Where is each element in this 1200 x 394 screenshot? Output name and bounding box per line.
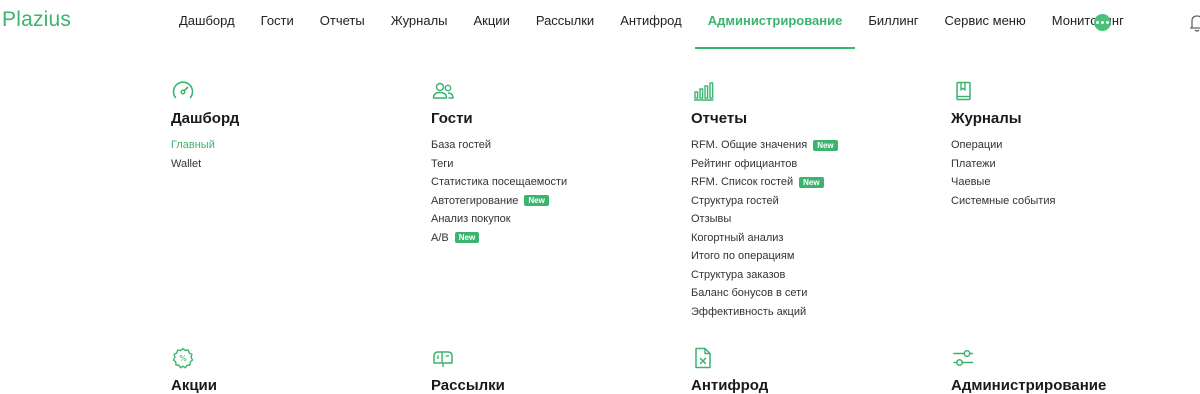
- section-title[interactable]: Дашборд: [171, 109, 411, 129]
- link-bonus-balance[interactable]: Баланс бонусов в сети: [691, 284, 931, 303]
- link-payments[interactable]: Платежи: [951, 155, 1191, 174]
- link-tags[interactable]: Теги: [431, 155, 671, 174]
- link-guest-structure[interactable]: Структура гостей: [691, 192, 931, 211]
- logo[interactable]: Plazius: [2, 8, 71, 32]
- link-autotagging[interactable]: Автотегирование New: [431, 192, 671, 211]
- nav-item-billing[interactable]: Биллинг: [855, 0, 931, 48]
- link-reviews[interactable]: Отзывы: [691, 210, 931, 229]
- section-reports: Отчеты RFM. Общие значения New Рейтинг оф…: [691, 79, 931, 321]
- main-nav: Дашборд Гости Отчеты Журналы Акции Рассы…: [166, 0, 1137, 49]
- section-promotions: % Акции: [171, 346, 411, 394]
- section-title[interactable]: Отчеты: [691, 109, 931, 129]
- link-cohort-analysis[interactable]: Когортный анализ: [691, 229, 931, 248]
- journal-icon: [956, 81, 971, 101]
- nav-item-guests[interactable]: Гости: [248, 0, 307, 48]
- section-title[interactable]: Гости: [431, 109, 671, 129]
- top-bar: Plazius Дашборд Гости Отчеты Журналы Акц…: [0, 0, 1200, 49]
- section-dashboard: Дашборд Главный Wallet: [171, 79, 411, 173]
- bell-icon[interactable]: [1190, 13, 1200, 33]
- link-guest-base[interactable]: База гостей: [431, 136, 671, 155]
- svg-text:%: %: [179, 354, 187, 363]
- section-title[interactable]: Администрирование: [951, 376, 1191, 394]
- nav-item-dashboard[interactable]: Дашборд: [166, 0, 248, 48]
- section-title[interactable]: Антифрод: [691, 376, 931, 394]
- link-rfm-guest-list[interactable]: RFM. Список гостей New: [691, 173, 931, 192]
- section-antifraud: Антифрод: [691, 346, 931, 394]
- users-icon: [432, 82, 454, 99]
- nav-item-service-menu[interactable]: Сервис меню: [932, 0, 1039, 48]
- nav-item-antifraud[interactable]: Антифрод: [607, 0, 695, 48]
- new-badge: New: [454, 232, 480, 244]
- link-operations-total[interactable]: Итого по операциям: [691, 247, 931, 266]
- section-administration: Администрирование: [951, 346, 1191, 394]
- link-waiter-rating[interactable]: Рейтинг официантов: [691, 155, 931, 174]
- section-journals: Журналы Операции Платежи Чаевые Системны…: [951, 79, 1191, 210]
- ellipsis-icon[interactable]: [1094, 14, 1111, 31]
- link-system-events[interactable]: Системные события: [951, 192, 1191, 211]
- link-dashboard-wallet[interactable]: Wallet: [171, 155, 411, 174]
- mailbox-icon: [433, 351, 453, 367]
- percent-badge-icon: %: [172, 347, 194, 369]
- link-rfm-general[interactable]: RFM. Общие значения New: [691, 136, 931, 155]
- nav-item-reports[interactable]: Отчеты: [307, 0, 378, 48]
- nav-item-monitoring[interactable]: Мониторинг: [1039, 0, 1137, 48]
- document-x-icon: [695, 347, 711, 369]
- nav-item-administration[interactable]: Администрирование: [694, 0, 856, 49]
- nav-item-promotions[interactable]: Акции: [461, 0, 523, 48]
- speedometer-icon: [172, 81, 194, 99]
- new-badge: New: [799, 176, 824, 188]
- link-dashboard-main[interactable]: Главный: [171, 136, 411, 155]
- nav-item-mailings[interactable]: Рассылки: [523, 0, 607, 48]
- link-operations[interactable]: Операции: [951, 136, 1191, 155]
- section-mailings: Рассылки: [431, 346, 671, 394]
- link-ab[interactable]: A/B New: [431, 229, 671, 248]
- link-tips[interactable]: Чаевые: [951, 173, 1191, 192]
- section-title[interactable]: Акции: [171, 376, 411, 394]
- link-promo-efficiency[interactable]: Эффективность акций: [691, 303, 931, 322]
- bar-chart-icon: [694, 82, 714, 101]
- sliders-icon: [953, 350, 974, 366]
- section-title[interactable]: Журналы: [951, 109, 1191, 129]
- new-badge: New: [524, 195, 549, 207]
- link-order-structure[interactable]: Структура заказов: [691, 266, 931, 285]
- link-attendance-stats[interactable]: Статистика посещаемости: [431, 173, 671, 192]
- section-guests: Гости База гостей Теги Статистика посеща…: [431, 79, 671, 247]
- nav-item-journals[interactable]: Журналы: [378, 0, 461, 48]
- section-title[interactable]: Рассылки: [431, 376, 671, 394]
- new-badge: New: [813, 139, 838, 151]
- link-purchase-analysis[interactable]: Анализ покупок: [431, 210, 671, 229]
